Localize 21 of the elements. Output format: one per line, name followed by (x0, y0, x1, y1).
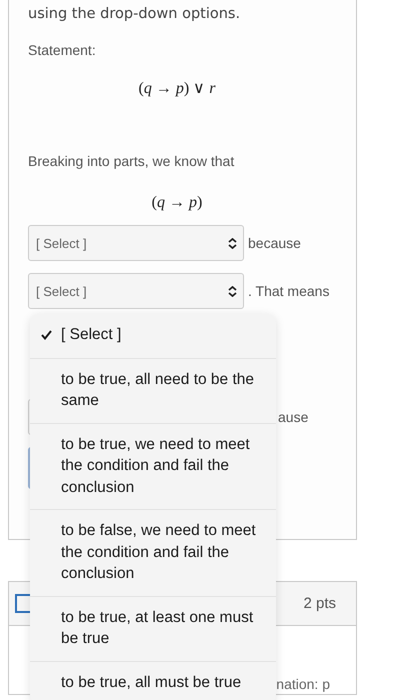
dropdown-option[interactable]: to be true, all need to be the same (30, 358, 276, 424)
part-formula: (q → p) (152, 194, 202, 211)
sentence-text: . That means (248, 283, 330, 299)
question-text: nation: p (276, 676, 330, 692)
breakdown-text: Breaking into parts, we know that (28, 152, 236, 171)
dropdown-option[interactable]: to be true, at least one must be true (30, 596, 276, 662)
answer-dropdown[interactable]: [ Select ] (28, 225, 244, 261)
sentence-text: ause (278, 409, 308, 425)
instruction-text: using the drop-down options. (28, 5, 242, 24)
chevron-icon (228, 286, 237, 296)
statement-label: Statement: (28, 41, 97, 60)
statement-formula: (q → p) ∨ r (138, 80, 216, 97)
dropdown-option[interactable]: to be true, all must be true (30, 662, 276, 700)
dropdown-option[interactable]: to be true, we need to meet the condition and fail the conclusion (30, 424, 276, 510)
sentence-text: because (248, 235, 301, 251)
chevron-icon (228, 238, 237, 248)
checkmark-icon (41, 330, 52, 340)
dropdown-option[interactable]: to be false, we need to meet the condition and fail the conclusion (30, 510, 276, 596)
dropdown-option[interactable]: [ Select ] (30, 314, 276, 358)
points-label: 2 pts (303, 595, 336, 612)
answer-dropdown[interactable]: [ Select ] (28, 273, 244, 309)
